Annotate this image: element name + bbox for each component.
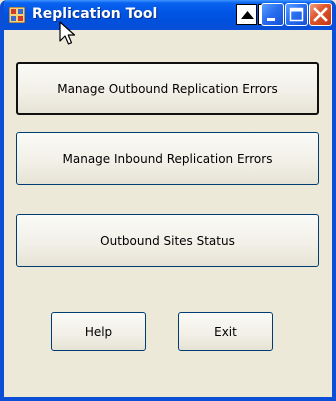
outbound-sites-status-label: Outbound Sites Status bbox=[100, 233, 235, 248]
mouse-pointer-icon bbox=[59, 21, 77, 47]
close-button[interactable] bbox=[309, 3, 332, 26]
triangle-up-icon[interactable] bbox=[236, 4, 257, 25]
app-grid-icon[interactable] bbox=[8, 6, 26, 24]
outbound-sites-status-button[interactable]: Outbound Sites Status bbox=[16, 214, 319, 267]
minimize-icon bbox=[267, 18, 275, 21]
exit-button[interactable]: Exit bbox=[178, 312, 273, 351]
manage-inbound-errors-button[interactable]: Manage Inbound Replication Errors bbox=[16, 132, 319, 185]
close-icon bbox=[313, 7, 328, 22]
help-button[interactable]: Help bbox=[51, 312, 146, 351]
minimize-button-frame[interactable] bbox=[261, 3, 284, 26]
manage-outbound-errors-label: Manage Outbound Replication Errors bbox=[57, 81, 278, 96]
manage-outbound-errors-button[interactable]: Manage Outbound Replication Errors bbox=[16, 62, 319, 115]
manage-inbound-errors-label: Manage Inbound Replication Errors bbox=[62, 151, 273, 166]
window-title: Replication Tool bbox=[32, 6, 158, 22]
help-label: Help bbox=[84, 324, 113, 339]
exit-label: Exit bbox=[214, 324, 237, 339]
maximize-icon bbox=[289, 7, 304, 22]
maximize-button[interactable] bbox=[285, 3, 308, 26]
